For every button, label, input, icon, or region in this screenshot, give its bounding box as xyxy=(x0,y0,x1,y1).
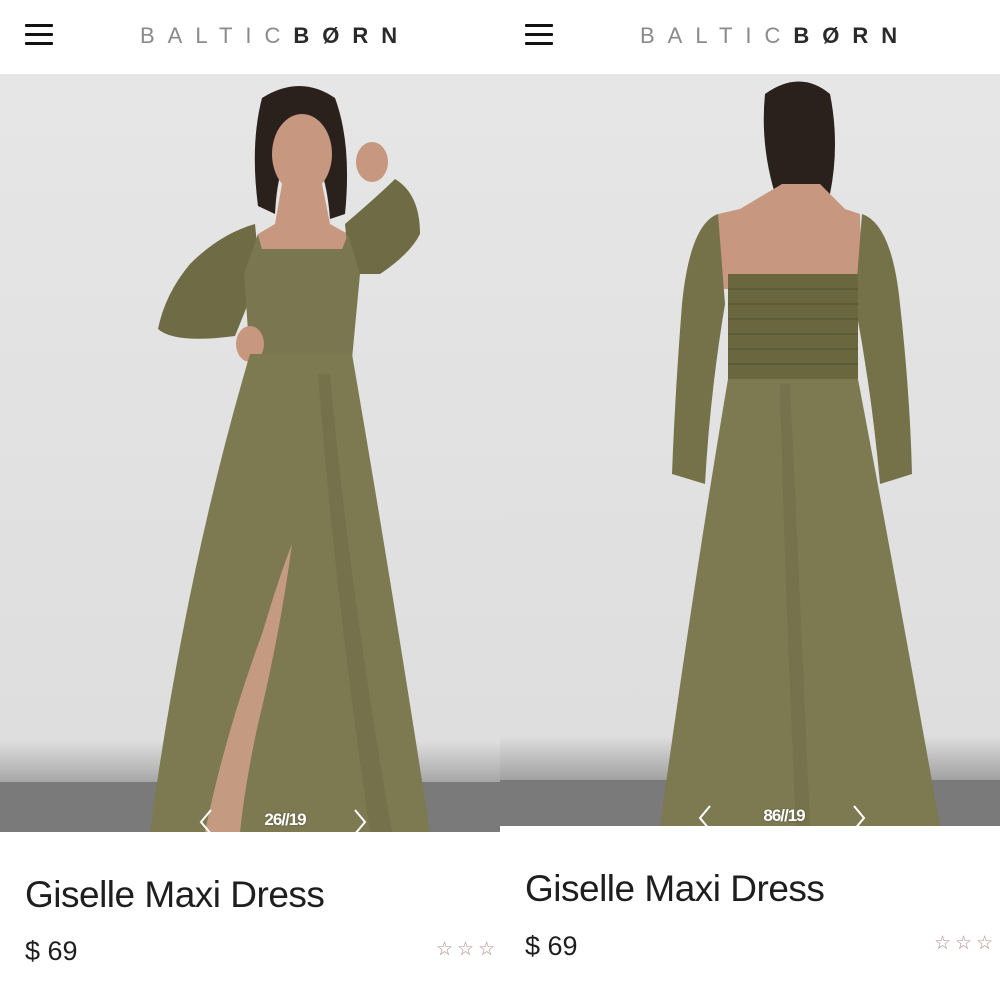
carousel-next-button[interactable] xyxy=(352,808,368,832)
logo-text-light: BALTIC xyxy=(140,23,294,48)
carousel-counter: 26//19 xyxy=(264,810,306,829)
chevron-right-icon xyxy=(853,805,866,826)
site-header: BALTICBØRN xyxy=(500,0,1000,74)
product-panel-back: BALTICBØRN 86//19 Giselle Maxi Dress $ 6… xyxy=(500,0,1000,1000)
site-header: BALTICBØRN xyxy=(0,0,500,74)
logo-text-dark: BØRN xyxy=(793,23,911,48)
product-panel-front: BALTICBØRN 26//19 Giselle Maxi Dress $ 6… xyxy=(0,0,500,1000)
hamburger-menu-icon[interactable] xyxy=(525,24,553,46)
product-title[interactable]: Giselle Maxi Dress xyxy=(525,868,985,910)
carousel-prev-button[interactable] xyxy=(198,808,214,832)
rating-stars[interactable]: ☆☆☆ xyxy=(934,932,997,955)
logo-text-dark: BØRN xyxy=(293,23,411,48)
carousel-next-button[interactable] xyxy=(851,804,867,826)
chevron-right-icon xyxy=(354,809,367,832)
brand-logo[interactable]: BALTICBØRN xyxy=(640,22,960,50)
chevron-left-icon xyxy=(199,809,212,832)
hamburger-menu-icon[interactable] xyxy=(25,24,53,46)
carousel-prev-button[interactable] xyxy=(697,804,713,826)
product-title[interactable]: Giselle Maxi Dress xyxy=(25,874,485,916)
product-price: $ 69 xyxy=(525,931,578,961)
carousel-counter: 86//19 xyxy=(763,806,805,825)
product-image-front[interactable]: 26//19 xyxy=(0,74,500,832)
product-image-back[interactable]: 86//19 xyxy=(500,74,1000,826)
rating-stars[interactable]: ☆☆☆ xyxy=(436,938,499,961)
product-price: $ 69 xyxy=(25,936,78,966)
chevron-left-icon xyxy=(698,805,711,826)
brand-logo[interactable]: BALTICBØRN xyxy=(140,22,460,50)
logo-text-light: BALTIC xyxy=(640,23,794,48)
